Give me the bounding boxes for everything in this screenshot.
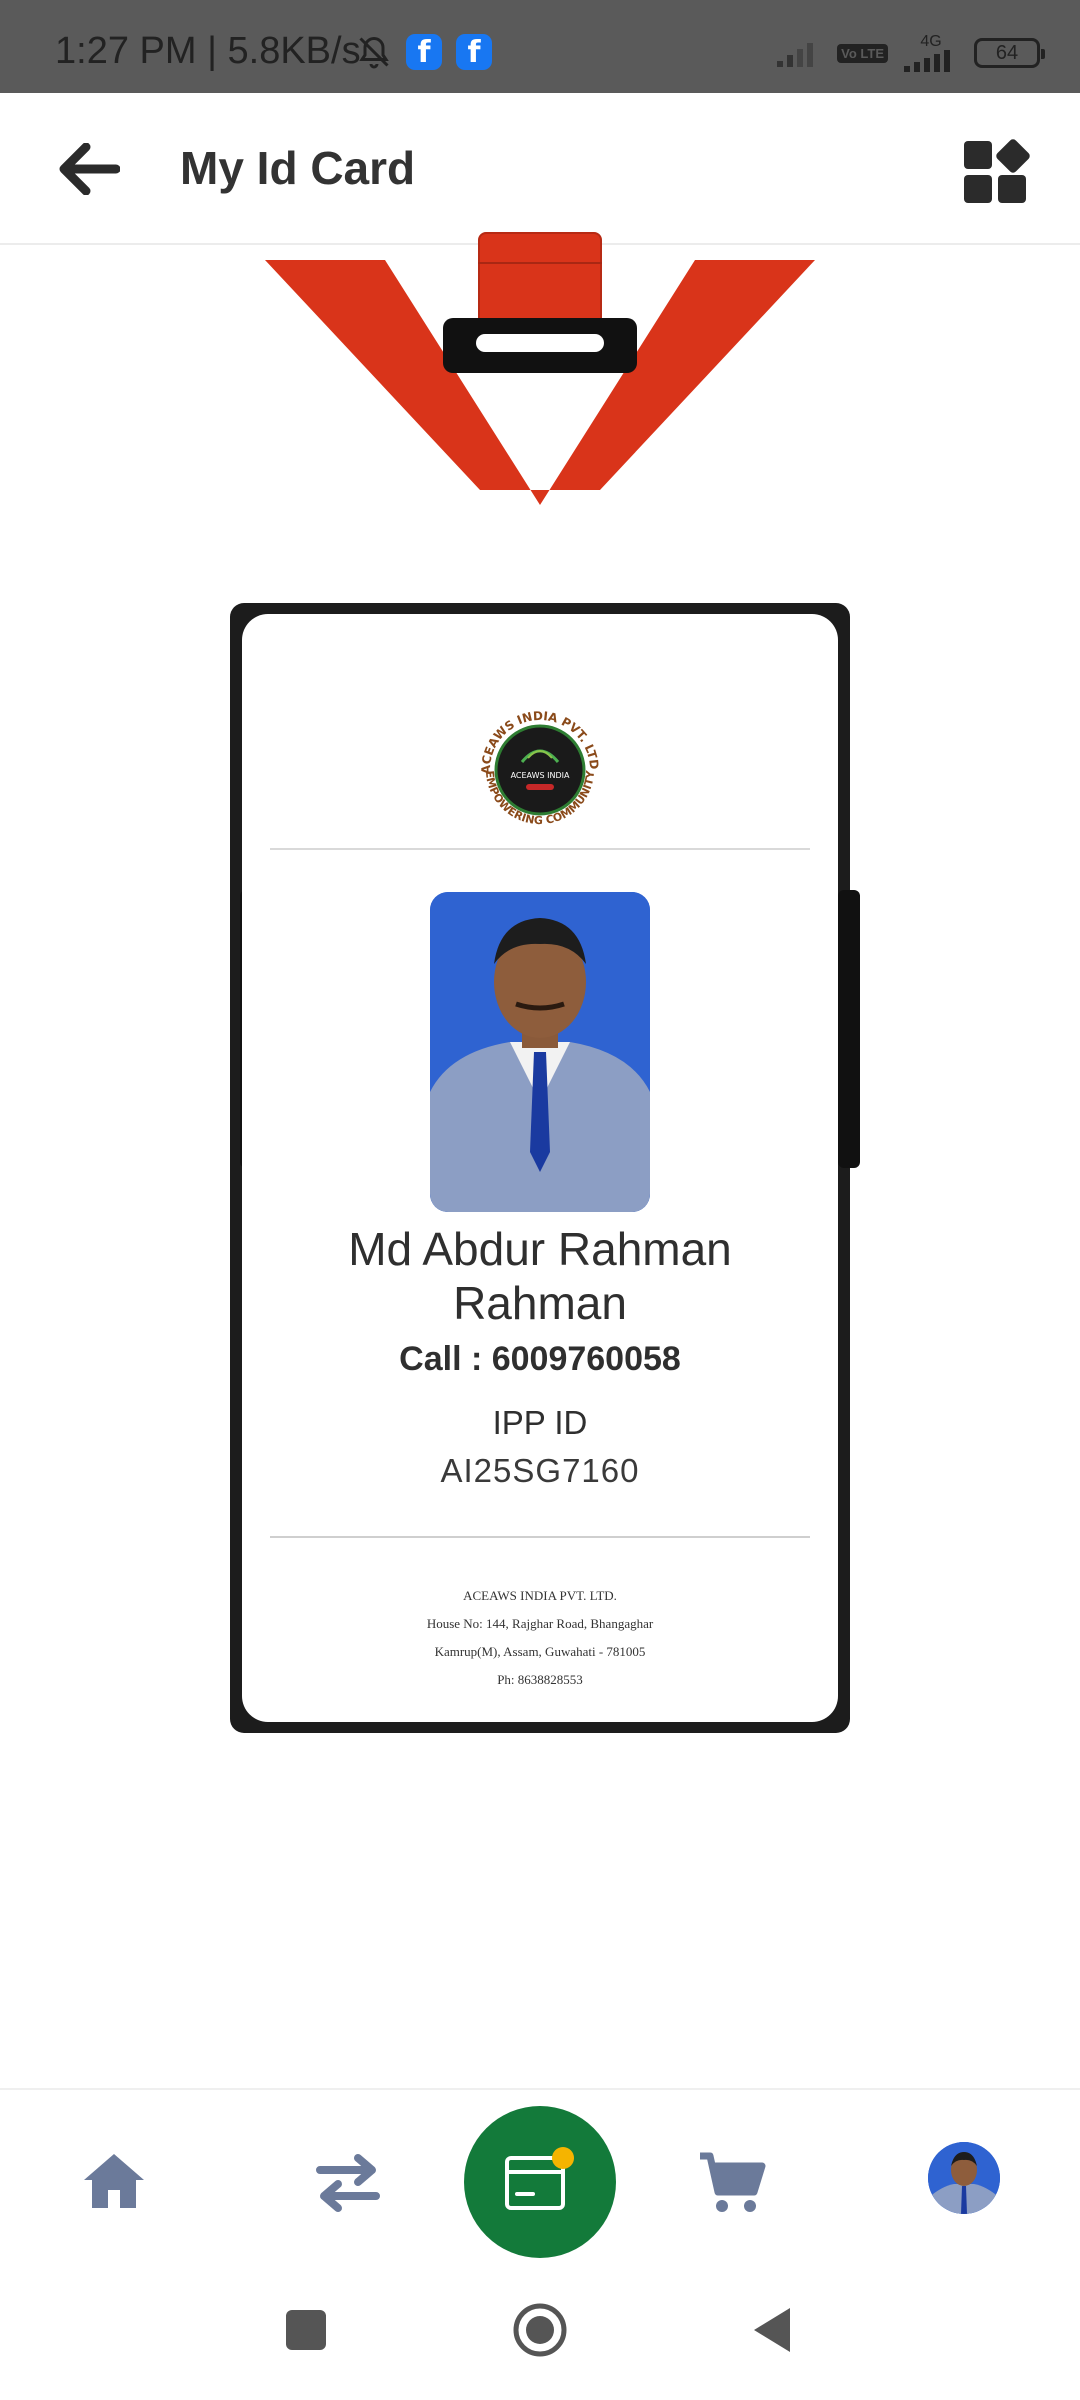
nav-home-button[interactable] bbox=[76, 2144, 152, 2220]
bottom-navigation bbox=[0, 2088, 1080, 2268]
bell-off-icon bbox=[359, 36, 389, 69]
network-type: 4G bbox=[920, 33, 942, 50]
id-card-icon bbox=[505, 2147, 574, 2210]
status-time: 1:27 PM | 5.8KB/s bbox=[55, 30, 361, 72]
nav-profile-avatar[interactable] bbox=[928, 2142, 1000, 2214]
lanyard-clip-seam bbox=[478, 262, 602, 264]
company-name: ACEAWS INDIA PVT. LTD. bbox=[463, 1588, 617, 1603]
back-system-button[interactable] bbox=[744, 2300, 804, 2360]
member-name: Md Abdur Rahman Rahman bbox=[348, 1223, 732, 1329]
battery-icon: 64 bbox=[974, 38, 1045, 68]
profile-photo bbox=[430, 892, 650, 1212]
arrow-left-icon bbox=[59, 143, 120, 195]
company-logo: ACEAWS INDIA PVT. LTD. EMPOWERING COMMUN… bbox=[468, 689, 610, 840]
card-holder-slot bbox=[476, 334, 604, 352]
avatar bbox=[928, 2142, 1000, 2214]
address-line-1: House No: 144, Rajghar Road, Bhangaghar bbox=[426, 1616, 654, 1631]
app-bar: My Id Card bbox=[0, 93, 1080, 245]
home-icon bbox=[84, 2154, 144, 2208]
recents-button[interactable] bbox=[276, 2300, 336, 2360]
facebook-icon: f bbox=[406, 34, 442, 70]
company-address-block: ACEAWS INDIA PVT. LTD. House No: 144, Ra… bbox=[280, 1582, 800, 1694]
cart-icon bbox=[700, 2152, 766, 2212]
facebook-icon: f bbox=[456, 34, 492, 70]
grid-diamond-icon bbox=[964, 139, 1030, 203]
address-line-2: Kamrup(M), Assam, Guwahati - 781005 bbox=[434, 1644, 646, 1659]
circle-icon bbox=[513, 2303, 567, 2357]
network-indicator: 4G bbox=[902, 34, 960, 72]
status-notification-icons: f f bbox=[356, 34, 492, 70]
company-phone: Ph: 8638828553 bbox=[497, 1672, 583, 1687]
nav-id-card-button[interactable] bbox=[464, 2106, 616, 2258]
nav-cart-button[interactable] bbox=[694, 2144, 770, 2220]
triangle-back-icon bbox=[754, 2308, 790, 2352]
back-button[interactable] bbox=[52, 133, 124, 205]
volte-badge: Vo LTE bbox=[837, 43, 888, 63]
signal-strong-icon bbox=[904, 50, 950, 72]
logo-center-text: ACEAWS INDIA bbox=[511, 771, 570, 780]
nav-transfer-button[interactable] bbox=[310, 2144, 386, 2220]
card-divider-bottom bbox=[270, 1536, 810, 1538]
square-icon bbox=[286, 2310, 326, 2350]
member-phone[interactable]: Call : 6009760058 bbox=[280, 1340, 800, 1379]
status-system-icons: Vo LTE 4G 64 bbox=[775, 34, 1045, 72]
signal-weak-icon bbox=[777, 43, 814, 67]
ipp-id-label: IPP ID bbox=[492, 1404, 588, 1441]
menu-button[interactable] bbox=[960, 133, 1032, 205]
home-system-button[interactable] bbox=[510, 2300, 570, 2360]
card-side-clip-right bbox=[838, 890, 860, 1168]
transfer-arrows-icon bbox=[316, 2154, 380, 2212]
system-navigation-bar bbox=[0, 2268, 1080, 2400]
ipp-id-value: AI25SG7160 bbox=[440, 1452, 640, 1489]
status-bar: 1:27 PM | 5.8KB/s f f Vo LTE 4G 64 bbox=[0, 0, 1080, 93]
card-divider-top bbox=[270, 848, 810, 850]
page-title: My Id Card bbox=[180, 142, 416, 194]
